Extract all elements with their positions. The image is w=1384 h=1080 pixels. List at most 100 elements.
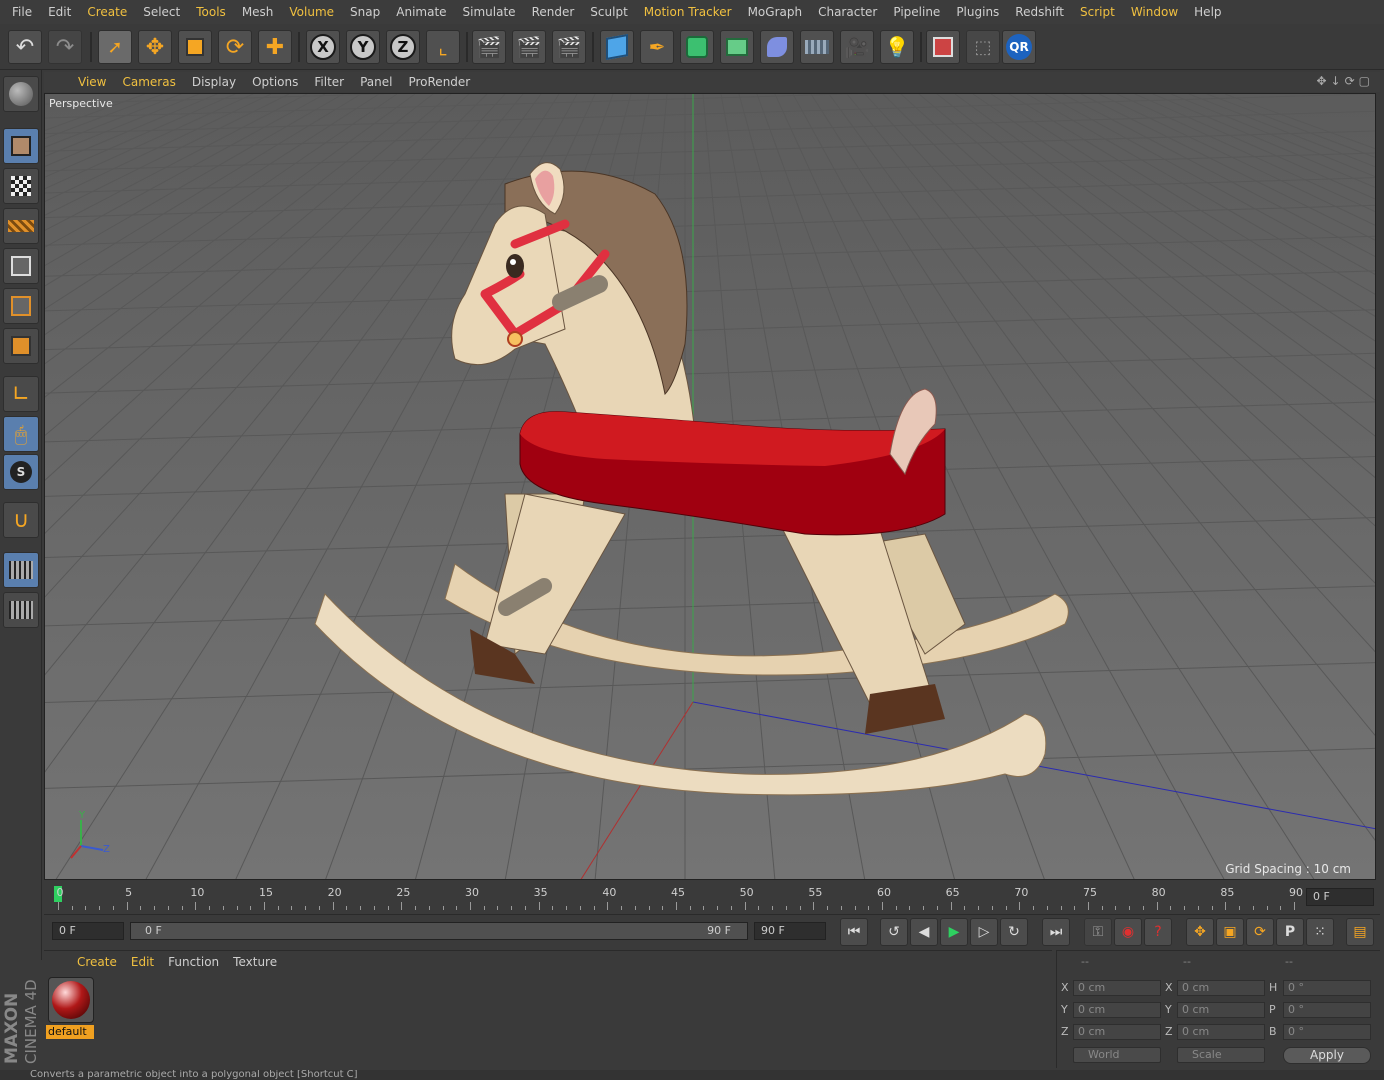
play-button[interactable]: ▶ xyxy=(940,918,968,946)
previous-key-button[interactable]: ↺ xyxy=(880,918,908,946)
material-menu-create[interactable]: Create xyxy=(70,955,124,969)
move-tool-button[interactable]: ✥ xyxy=(138,30,172,64)
viewport-menu-options[interactable]: Options xyxy=(244,75,306,89)
perspective-viewport[interactable]: Y Z Perspective Grid Spacing : 10 cm xyxy=(44,93,1376,880)
select-tool-button[interactable]: ➚ xyxy=(98,30,132,64)
menu-item-help[interactable]: Help xyxy=(1186,5,1229,19)
end-frame-field[interactable]: 90 F xyxy=(754,922,826,940)
go-to-start-button[interactable]: ⏮ xyxy=(840,918,868,946)
menu-item-tools[interactable]: Tools xyxy=(188,5,234,19)
rotate-tool-button[interactable]: ⟳ xyxy=(218,30,252,64)
viewport-menu-panel[interactable]: Panel xyxy=(352,75,400,89)
menu-item-pipeline[interactable]: Pipeline xyxy=(885,5,948,19)
pen-spline-button[interactable]: ✒ xyxy=(640,30,674,64)
menu-item-motion-tracker[interactable]: Motion Tracker xyxy=(636,5,740,19)
current-frame-field[interactable]: 0 F xyxy=(1306,888,1374,906)
menu-item-mograph[interactable]: MoGraph xyxy=(740,5,811,19)
scale-tool-button[interactable] xyxy=(178,30,212,64)
light-button[interactable]: 💡 xyxy=(880,30,914,64)
size-x-field[interactable]: 0 cm xyxy=(1177,980,1265,996)
menu-item-select[interactable]: Select xyxy=(135,5,188,19)
camera-button[interactable]: 🎥 xyxy=(840,30,874,64)
transform-tool-button[interactable]: ✚ xyxy=(258,30,292,64)
qr-plugin-button[interactable]: QR xyxy=(1002,30,1036,64)
menu-item-simulate[interactable]: Simulate xyxy=(455,5,524,19)
viewport-menu-display[interactable]: Display xyxy=(184,75,244,89)
lock-z-button[interactable]: Z xyxy=(386,30,420,64)
coordinate-mode-dropdown[interactable]: World xyxy=(1073,1047,1161,1063)
rotation-b-field[interactable]: 0 ° xyxy=(1283,1024,1371,1040)
coordinate-system-button[interactable]: ⌞ xyxy=(426,30,460,64)
key-parameter-button[interactable]: P xyxy=(1276,918,1304,946)
lock-x-button[interactable]: X xyxy=(306,30,340,64)
menu-item-redshift[interactable]: Redshift xyxy=(1007,5,1072,19)
redo-button[interactable]: ↷ xyxy=(48,30,82,64)
go-to-end-button[interactable]: ⏭ xyxy=(1042,918,1070,946)
position-x-field[interactable]: 0 cm xyxy=(1073,980,1161,996)
polygons-mode-button[interactable] xyxy=(3,328,39,364)
edges-mode-button[interactable] xyxy=(3,288,39,324)
grid-snap-button[interactable] xyxy=(3,592,39,628)
menu-item-file[interactable]: File xyxy=(4,5,40,19)
menu-item-window[interactable]: Window xyxy=(1123,5,1186,19)
material-menu-function[interactable]: Function xyxy=(161,955,226,969)
menu-item-snap[interactable]: Snap xyxy=(342,5,388,19)
keyframe-selection-button[interactable]: ? xyxy=(1144,918,1172,946)
model-mode-button[interactable] xyxy=(3,76,39,112)
key-position-button[interactable]: ✥ xyxy=(1186,918,1214,946)
rotation-h-field[interactable]: 0 ° xyxy=(1283,980,1371,996)
key-scale-button[interactable]: ▣ xyxy=(1216,918,1244,946)
cube-object-button[interactable] xyxy=(600,30,634,64)
autokey-button[interactable]: ◉ xyxy=(1114,918,1142,946)
material-menu-edit[interactable]: Edit xyxy=(124,955,161,969)
material-name[interactable]: default xyxy=(46,1025,94,1039)
menu-item-plugins[interactable]: Plugins xyxy=(948,5,1007,19)
key-pla-button[interactable]: ⁙ xyxy=(1306,918,1334,946)
position-z-field[interactable]: 0 cm xyxy=(1073,1024,1161,1040)
viewport-menu-view[interactable]: View xyxy=(70,75,114,89)
render-view-button[interactable]: 🎬 xyxy=(472,30,506,64)
points-mode-button[interactable] xyxy=(3,248,39,284)
viewport-menu-prorender[interactable]: ProRender xyxy=(400,75,478,89)
next-key-button[interactable]: ↻ xyxy=(1000,918,1028,946)
render-settings-button[interactable]: 🎬 xyxy=(552,30,586,64)
start-frame-field[interactable]: 0 F xyxy=(52,922,124,940)
deformer-button[interactable] xyxy=(760,30,794,64)
menu-item-sculpt[interactable]: Sculpt xyxy=(582,5,635,19)
key-rotation-button[interactable]: ⟳ xyxy=(1246,918,1274,946)
menu-item-create[interactable]: Create xyxy=(79,5,135,19)
lock-workplane-button[interactable] xyxy=(3,552,39,588)
object-mode-button[interactable] xyxy=(3,128,39,164)
timeline[interactable]: 0 5 10 15 20 25 30 35 40 45 50 55 60 65 70 75 80 85 90 0 F xyxy=(44,882,1380,912)
texture-mode-button[interactable] xyxy=(3,168,39,204)
cloner-button[interactable] xyxy=(720,30,754,64)
range-slider[interactable]: 0 F 90 F xyxy=(130,922,748,940)
record-position-button[interactable]: ⚿ xyxy=(1084,918,1112,946)
material-swatch[interactable] xyxy=(48,977,94,1023)
previous-frame-button[interactable]: ◀ xyxy=(910,918,938,946)
timeline-ruler[interactable]: 0 5 10 15 20 25 30 35 40 45 50 55 60 65 70 75 80 85 90 xyxy=(54,882,1304,912)
snap-button[interactable]: ⬚ xyxy=(966,30,1000,64)
material-menu-texture[interactable]: Texture xyxy=(226,955,284,969)
rotation-p-field[interactable]: 0 ° xyxy=(1283,1002,1371,1018)
floor-button[interactable] xyxy=(800,30,834,64)
menu-item-render[interactable]: Render xyxy=(524,5,583,19)
transform-mode-dropdown[interactable]: Scale xyxy=(1177,1047,1265,1063)
next-frame-button[interactable]: ▷ xyxy=(970,918,998,946)
menu-item-animate[interactable]: Animate xyxy=(388,5,454,19)
snapping-button[interactable]: ∪ xyxy=(3,502,39,538)
make-editable-button[interactable] xyxy=(926,30,960,64)
viewport-menu-filter[interactable]: Filter xyxy=(306,75,352,89)
menu-item-edit[interactable]: Edit xyxy=(40,5,79,19)
viewport-navigation-icons[interactable]: ✥↓⟳▢ xyxy=(1316,74,1374,88)
position-y-field[interactable]: 0 cm xyxy=(1073,1002,1161,1018)
solo-button[interactable]: S xyxy=(3,454,39,490)
lock-y-button[interactable]: Y xyxy=(346,30,380,64)
undo-button[interactable]: ↶ xyxy=(8,30,42,64)
axis-mode-button[interactable]: ∟ xyxy=(3,376,39,412)
viewport-menu-cameras[interactable]: Cameras xyxy=(114,75,183,89)
menu-item-character[interactable]: Character xyxy=(810,5,885,19)
menu-item-mesh[interactable]: Mesh xyxy=(234,5,282,19)
size-z-field[interactable]: 0 cm xyxy=(1177,1024,1265,1040)
size-y-field[interactable]: 0 cm xyxy=(1177,1002,1265,1018)
